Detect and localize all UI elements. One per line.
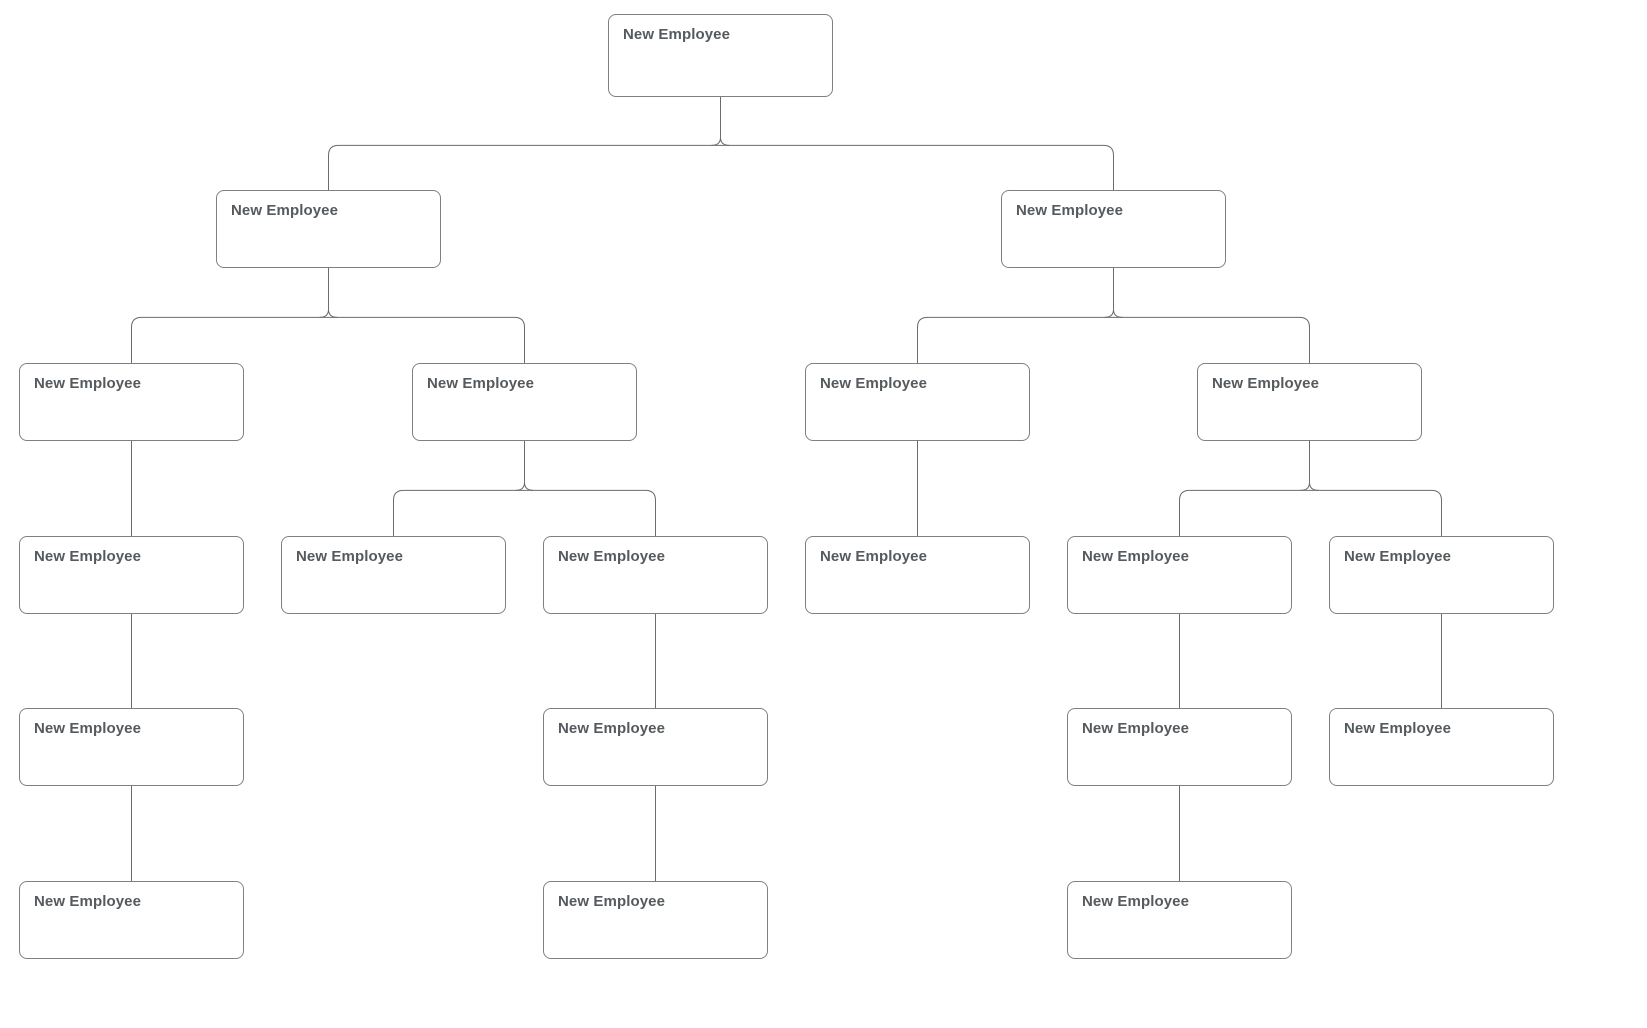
org-node[interactable]: New Employee — [543, 536, 768, 614]
org-node[interactable]: New Employee — [1067, 708, 1292, 786]
org-node-label: New Employee — [558, 893, 666, 910]
connector-path — [1431, 489, 1442, 536]
connector-path — [1104, 309, 1114, 318]
org-node-label: New Employee — [34, 893, 142, 910]
org-node-label: New Employee — [34, 720, 142, 737]
org-node-label: New Employee — [1082, 548, 1190, 565]
org-node[interactable]: New Employee — [543, 708, 768, 786]
connector-path — [393, 489, 404, 536]
org-node[interactable]: New Employee — [1329, 708, 1554, 786]
connector-path — [917, 316, 928, 363]
connector-path — [1299, 316, 1310, 363]
org-node-label: New Employee — [34, 548, 142, 565]
connector-path — [515, 482, 525, 491]
org-node-label: New Employee — [1082, 893, 1190, 910]
connector-path — [131, 316, 142, 363]
connector-path — [711, 137, 721, 146]
org-node[interactable]: New Employee — [19, 708, 244, 786]
org-node[interactable]: New Employee — [412, 363, 637, 441]
org-node[interactable]: New Employee — [1329, 536, 1554, 614]
org-node[interactable]: New Employee — [19, 881, 244, 959]
org-chart-canvas: New Employee New Employee New Employee New … — [0, 0, 1647, 1028]
org-node-label: New Employee — [1016, 202, 1124, 219]
org-node-label: New Employee — [231, 202, 339, 219]
connector-path — [328, 144, 339, 190]
org-node-label: New Employee — [1344, 720, 1452, 737]
org-node[interactable]: New Employee — [19, 363, 244, 441]
org-node[interactable]: New Employee — [543, 881, 768, 959]
org-node-label: New Employee — [427, 375, 535, 392]
connector-path — [1113, 309, 1123, 318]
connector-path — [645, 489, 656, 536]
connector-path — [319, 309, 329, 318]
org-node[interactable]: New Employee — [19, 536, 244, 614]
connector-path — [514, 316, 525, 363]
connector-path — [1103, 144, 1114, 190]
org-node-label: New Employee — [1344, 548, 1452, 565]
org-node-label: New Employee — [820, 375, 928, 392]
org-node-label: New Employee — [558, 720, 666, 737]
connector-path — [328, 309, 338, 318]
org-node[interactable]: New Employee — [1001, 190, 1226, 268]
connector-path — [720, 137, 730, 146]
org-node[interactable]: New Employee — [281, 536, 506, 614]
org-node-label: New Employee — [558, 548, 666, 565]
connector-layer — [131, 97, 1442, 881]
connector-path — [524, 482, 534, 491]
org-node[interactable]: New Employee — [1067, 536, 1292, 614]
org-node-label: New Employee — [1212, 375, 1320, 392]
org-node[interactable]: New Employee — [608, 14, 833, 97]
org-node-label: New Employee — [1082, 720, 1190, 737]
org-node[interactable]: New Employee — [216, 190, 441, 268]
org-node-label: New Employee — [820, 548, 928, 565]
org-node[interactable]: New Employee — [805, 363, 1030, 441]
org-node[interactable]: New Employee — [805, 536, 1030, 614]
org-node-label: New Employee — [623, 26, 731, 43]
connector-path — [1300, 482, 1310, 491]
org-node-label: New Employee — [296, 548, 404, 565]
org-node[interactable]: New Employee — [1197, 363, 1422, 441]
org-node-label: New Employee — [34, 375, 142, 392]
org-node[interactable]: New Employee — [1067, 881, 1292, 959]
connector-path — [1179, 489, 1190, 536]
connector-path — [1309, 482, 1319, 491]
